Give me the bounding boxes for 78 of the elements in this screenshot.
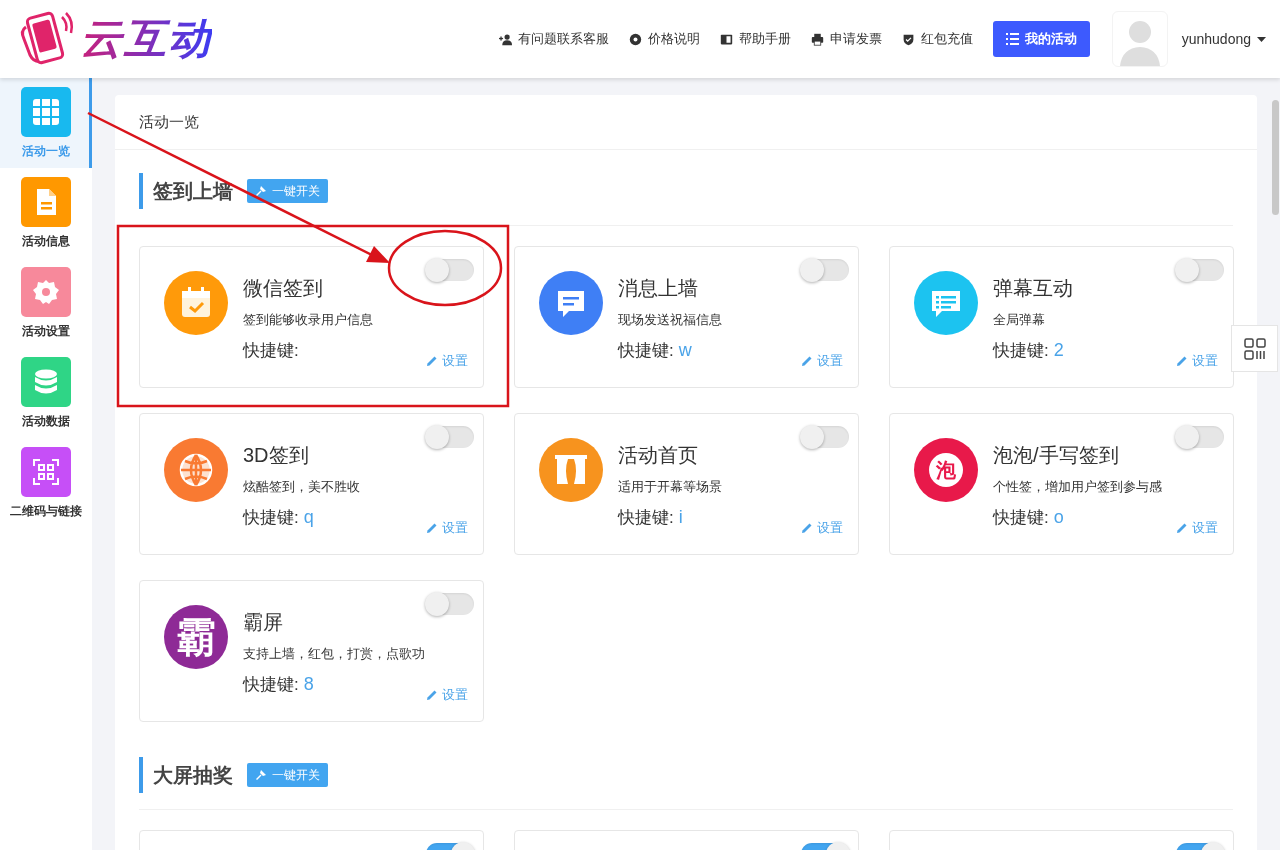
- card-description: 现场发送祝福信息: [618, 311, 722, 329]
- settings-link[interactable]: 设置: [426, 519, 468, 537]
- settings-link[interactable]: 设置: [426, 686, 468, 704]
- avatar[interactable]: [1111, 11, 1168, 67]
- settings-link[interactable]: 设置: [801, 519, 843, 537]
- section-title: 大屏抽奖: [139, 757, 233, 793]
- shortcut-key: 2: [1053, 340, 1064, 361]
- pencil-icon: [801, 355, 813, 367]
- settings-link[interactable]: 设置: [426, 352, 468, 370]
- toggle-switch[interactable]: [426, 593, 474, 615]
- pencil-icon: [426, 355, 438, 367]
- sidebar-item[interactable]: 活动数据: [0, 348, 92, 438]
- toggle-switch[interactable]: [1176, 259, 1224, 281]
- nav-link[interactable]: 申请发票: [810, 30, 882, 48]
- shortcut-label: 快捷键:: [618, 340, 674, 362]
- user-menu[interactable]: yunhudong: [1181, 31, 1266, 47]
- glyph-icon: 霸: [164, 605, 228, 669]
- shortcut-key: o: [1053, 507, 1064, 528]
- pencil-icon: [1176, 522, 1188, 534]
- toggle-switch[interactable]: [426, 259, 474, 281]
- card-title: 活动首页: [618, 443, 699, 468]
- toggle-all-button[interactable]: 一键开关: [247, 179, 328, 203]
- shortcut-key: i: [678, 507, 683, 528]
- card-description: 适用于开幕等场景: [618, 478, 722, 496]
- card-title: 消息上墙: [618, 276, 699, 301]
- qr-code-icon: [1243, 337, 1266, 360]
- toggle-all-button[interactable]: 一键开关: [247, 763, 328, 787]
- shortcut-key: 8: [303, 674, 314, 695]
- nav-link[interactable]: 帮助手册: [719, 30, 791, 48]
- scrollbar-thumb[interactable]: [1272, 100, 1279, 215]
- shortcut-label: 快捷键:: [993, 340, 1049, 362]
- card-title: 霸屏: [243, 610, 284, 635]
- settings-link[interactable]: 设置: [1176, 519, 1218, 537]
- shortcut-key: w: [678, 340, 692, 361]
- shortcut-key: q: [303, 507, 314, 528]
- shortcut-label: 快捷键:: [993, 507, 1049, 529]
- toggle-switch[interactable]: [801, 259, 849, 281]
- shortcut-label: 快捷键:: [243, 507, 299, 529]
- caret-icon: [1257, 36, 1266, 42]
- card-description: 全局弹幕: [993, 311, 1046, 329]
- add-user-icon: [498, 32, 512, 46]
- card-description: 个性签，增加用户签到参与感: [993, 478, 1162, 496]
- card-description: 炫酷签到，美不胜收: [243, 478, 360, 496]
- card-title: 微信签到: [243, 276, 324, 301]
- sidebar-item[interactable]: 活动一览: [0, 78, 92, 168]
- nav-link[interactable]: 价格说明: [628, 30, 700, 48]
- glyph-icon: 泡: [914, 438, 978, 502]
- sidebar-item[interactable]: 活动设置: [0, 258, 92, 348]
- toggle-switch[interactable]: [1176, 426, 1224, 448]
- pencil-icon: [801, 522, 813, 534]
- sidebar-item[interactable]: 二维码与链接: [0, 438, 92, 528]
- nav-link[interactable]: 有问题联系客服: [498, 30, 609, 48]
- card-title: 泡泡/手写签到: [993, 443, 1120, 468]
- hammer-icon: [255, 185, 267, 197]
- card-title: 3D签到: [243, 443, 310, 468]
- toggle-switch[interactable]: [801, 426, 849, 448]
- card-title: 弹幕互动: [993, 276, 1073, 301]
- card-description: 支持上墙，红包，打赏，点歌功: [243, 645, 425, 663]
- pencil-icon: [426, 522, 438, 534]
- shield-icon: [901, 32, 915, 46]
- qr-code-button[interactable]: [1231, 325, 1278, 372]
- settings-link[interactable]: 设置: [801, 352, 843, 370]
- shortcut-label: 快捷键:: [243, 674, 299, 696]
- card-description: 签到能够收录用户信息: [243, 311, 373, 329]
- nav-link[interactable]: 红包充值: [901, 30, 973, 48]
- sidebar-item[interactable]: 活动信息: [0, 168, 92, 258]
- printer-icon: [810, 32, 824, 46]
- book-icon: [719, 32, 733, 46]
- pencil-icon: [1176, 355, 1188, 367]
- shortcut-label: 快捷键:: [243, 340, 299, 362]
- panel-title: 活动一览: [139, 112, 199, 132]
- shortcut-label: 快捷键:: [618, 507, 674, 529]
- settings-link[interactable]: 设置: [1176, 352, 1218, 370]
- my-activities-button[interactable]: 我的活动: [992, 21, 1090, 57]
- list-icon: [1005, 33, 1019, 45]
- hammer-icon: [255, 769, 267, 781]
- toggle-switch[interactable]: [426, 426, 474, 448]
- pencil-icon: [426, 689, 438, 701]
